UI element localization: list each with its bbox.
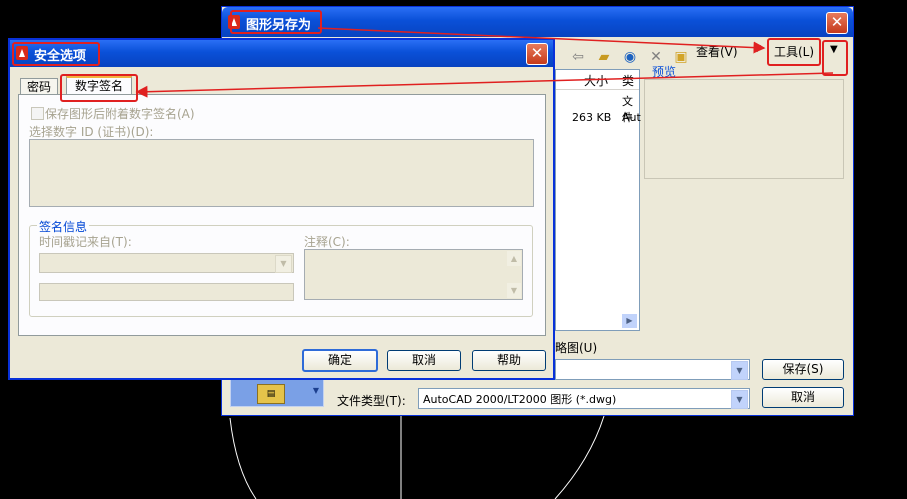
annotation-arrows <box>135 27 834 98</box>
